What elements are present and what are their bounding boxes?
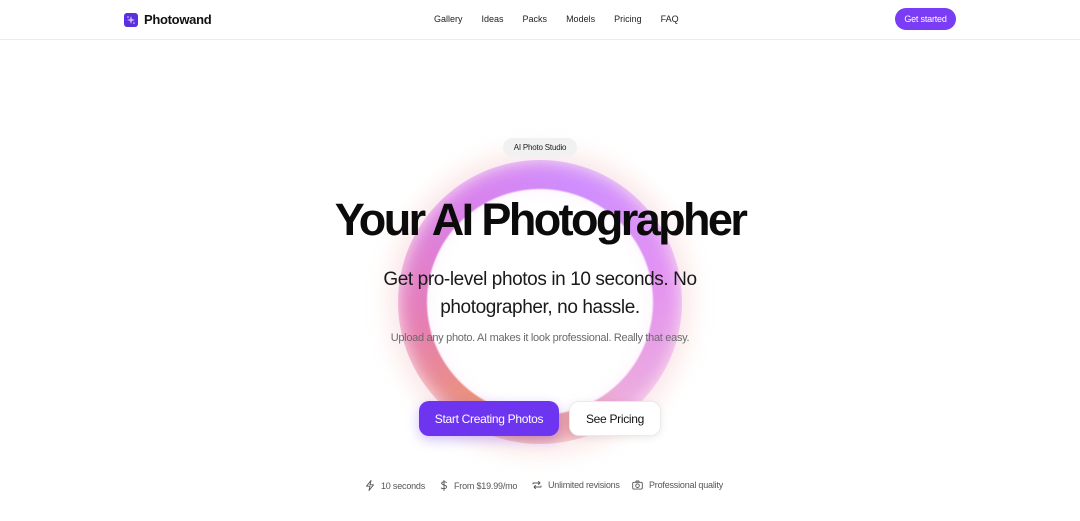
camera-icon (632, 480, 643, 490)
feature-label: 10 seconds (381, 480, 426, 491)
nav-models[interactable]: Models (566, 14, 595, 24)
nav-gallery[interactable]: Gallery (434, 14, 463, 24)
feature-label: Professional quality (649, 480, 724, 490)
hero-subtitle: Get pro-level photos in 10 seconds. No p… (383, 269, 697, 318)
feature-label: From $19.99/mo (454, 480, 518, 491)
start-creating-button[interactable]: Start Creating Photos (419, 401, 559, 436)
brand-logo[interactable]: Photowand (124, 12, 212, 27)
site-header: Photowand Gallery Ideas Packs Models Pri… (0, 0, 1080, 40)
feature-item: Unlimited revisions (532, 480, 620, 490)
hero-title: Your AI Photographer (334, 194, 748, 245)
sparkle-grid-icon (124, 12, 138, 27)
hero-description: Upload any photo. AI makes it look profe… (390, 332, 690, 344)
feature-item: Professional quality (632, 480, 723, 490)
feature-label: Unlimited revisions (548, 480, 620, 490)
dollar-icon (440, 480, 448, 491)
brand-name: Photowand (144, 12, 212, 27)
lightning-icon (365, 480, 375, 491)
repeat-icon (532, 480, 542, 490)
nav-pricing[interactable]: Pricing (614, 14, 642, 24)
nav-packs[interactable]: Packs (523, 14, 548, 24)
see-pricing-button[interactable]: See Pricing (569, 401, 661, 436)
hero-badge: AI Photo Studio (503, 138, 577, 157)
nav-ideas[interactable]: Ideas (482, 14, 504, 24)
main-nav: Gallery Ideas Packs Models Pricing FAQ (434, 14, 698, 24)
feature-item: 10 seconds (365, 480, 425, 491)
feature-item: From $19.99/mo (440, 480, 517, 491)
nav-faq[interactable]: FAQ (661, 14, 679, 24)
get-started-button[interactable]: Get started (895, 8, 956, 30)
